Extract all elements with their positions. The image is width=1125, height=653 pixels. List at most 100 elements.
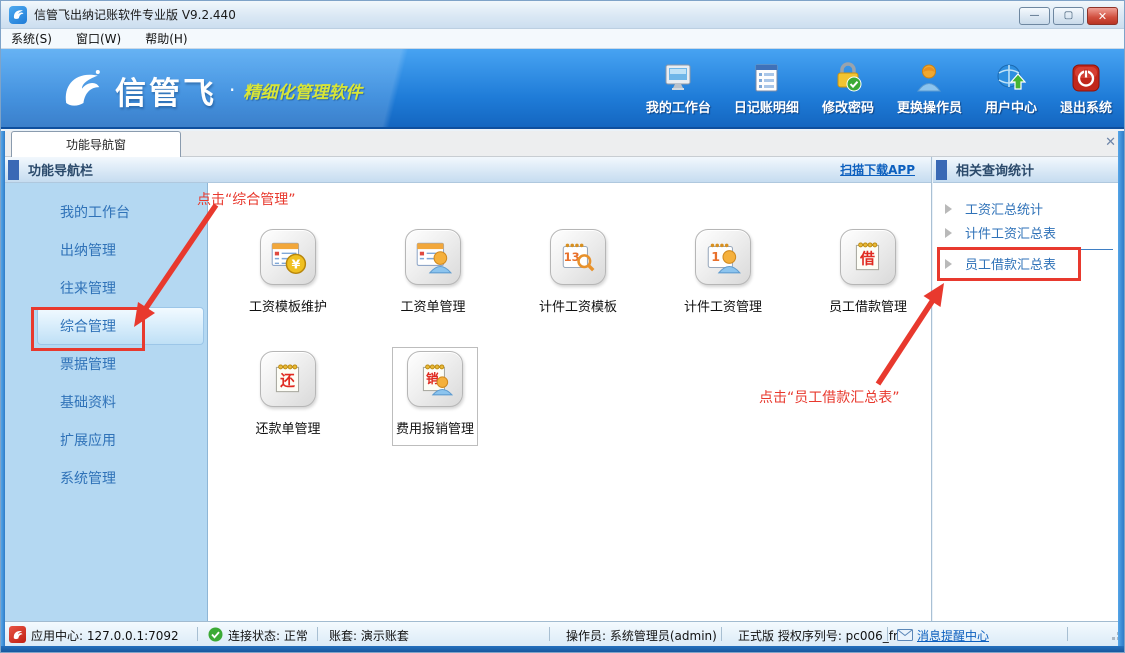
status-app-center: 应用中心: 127.0.0.1:7092 xyxy=(31,627,179,644)
right-panel-header: 相关查询统计 xyxy=(933,157,1119,183)
menu-bar: 系统(S) 窗口(W) 帮助(H) xyxy=(1,29,1125,49)
right-header-title: 相关查询统计 xyxy=(956,160,1034,179)
monitor-icon xyxy=(662,61,694,93)
toolbar-my-workbench[interactable]: 我的工作台 xyxy=(646,61,711,116)
svg-text:还: 还 xyxy=(279,371,295,389)
toolbar-exit-system[interactable]: 退出系统 xyxy=(1060,61,1112,116)
nav-header-accent xyxy=(8,160,19,180)
report-salary-summary[interactable]: 工资汇总统计 xyxy=(933,199,1043,218)
svg-text:借: 借 xyxy=(859,249,875,267)
sidebar-item-my-workbench[interactable]: 我的工作台 xyxy=(5,193,207,231)
toolbar-journal-detail[interactable]: 日记账明细 xyxy=(734,61,799,116)
tab-close-icon[interactable]: ✕ xyxy=(1105,135,1116,150)
app-piecework-template[interactable]: 13 计件工资模板 xyxy=(528,229,628,315)
sidebar-item-basic-data[interactable]: 基础资料 xyxy=(5,383,207,421)
envelope-icon[interactable] xyxy=(897,629,913,641)
app-repayment[interactable]: 还 还款单管理 xyxy=(238,351,338,437)
tab-strip: 功能导航窗 ✕ xyxy=(1,131,1125,157)
sidebar-item-comprehensive[interactable]: 综合管理 xyxy=(37,307,204,345)
menu-help[interactable]: 帮助(H) xyxy=(145,30,187,47)
annotation-click-loan-summary: 点击“员工借款汇总表” xyxy=(759,387,900,407)
app-salary-template[interactable]: ¥ 工资模板维护 xyxy=(238,229,338,315)
repayment-icon: 还 xyxy=(260,351,316,407)
globe-icon xyxy=(995,61,1026,93)
svg-text:1: 1 xyxy=(711,249,720,264)
toolbar-switch-operator[interactable]: 更换操作员 xyxy=(897,61,962,116)
sidebar-nav: 我的工作台 出纳管理 往来管理 综合管理 票据管理 基础资料 扩展应用 系统管理 xyxy=(5,183,208,621)
status-separator xyxy=(1067,627,1068,641)
minimize-button[interactable]: — xyxy=(1019,7,1050,25)
svg-text:销: 销 xyxy=(426,371,439,386)
header-banner: 信管飞 · 精细化管理软件 我的工作台 xyxy=(1,49,1125,129)
app-label: 工资模板维护 xyxy=(238,296,338,315)
app-expense-reimburse[interactable]: 销 费用报销管理 xyxy=(385,351,485,437)
report-piecework-summary[interactable]: 计件工资汇总表 xyxy=(933,223,1056,242)
status-operator: 操作员: 系统管理员(admin) xyxy=(566,627,717,644)
app-window: 信管飞出纳记账软件专业版 V9.2.440 — ▢ ✕ 系统(S) 窗口(W) … xyxy=(0,0,1125,653)
window-edge-bottom xyxy=(1,646,1125,653)
app-label: 费用报销管理 xyxy=(385,418,485,437)
status-separator xyxy=(887,627,888,641)
status-separator xyxy=(721,627,722,641)
expense-reimburse-icon: 销 xyxy=(407,351,463,407)
message-center-link[interactable]: 消息提醒中心 xyxy=(917,627,989,644)
app-logo-icon xyxy=(9,6,27,24)
status-account: 账套: 演示账套 xyxy=(329,627,409,644)
svg-text:¥: ¥ xyxy=(291,257,300,272)
triangle-icon xyxy=(945,259,952,269)
scan-download-app-link[interactable]: 扫描下载APP xyxy=(840,161,915,178)
app-piecework-manage[interactable]: 1 计件工资管理 xyxy=(673,229,773,315)
sidebar-item-cashier[interactable]: 出纳管理 xyxy=(5,231,207,269)
window-edge-left xyxy=(1,131,5,646)
window-edge-right xyxy=(1118,131,1124,646)
panel-divider xyxy=(931,157,932,621)
header-toolbar: 我的工作台 日记账明细 xyxy=(646,61,1112,116)
right-header-accent xyxy=(936,160,947,180)
app-label: 工资单管理 xyxy=(383,296,483,315)
brand-dot: · xyxy=(229,78,235,102)
toolbar-change-password[interactable]: 修改密码 xyxy=(822,61,874,116)
triangle-icon xyxy=(945,228,952,238)
maximize-button[interactable]: ▢ xyxy=(1053,7,1084,25)
close-button[interactable]: ✕ xyxy=(1087,7,1118,25)
sidebar-item-system[interactable]: 系统管理 xyxy=(5,459,207,497)
piecework-manage-icon: 1 xyxy=(695,229,751,285)
status-connection: 连接状态: 正常 xyxy=(228,627,308,644)
journal-list-icon xyxy=(751,61,781,93)
window-title: 信管飞出纳记账软件专业版 V9.2.440 xyxy=(34,6,236,23)
app-salary-sheet[interactable]: 工资单管理 xyxy=(383,229,483,315)
panel-separator-line xyxy=(961,249,1113,250)
report-loan-summary[interactable]: 员工借款汇总表 xyxy=(933,254,1056,273)
sidebar-item-bills[interactable]: 票据管理 xyxy=(5,345,207,383)
sidebar-item-contacts[interactable]: 往来管理 xyxy=(5,269,207,307)
app-label: 计件工资管理 xyxy=(673,296,773,315)
status-separator xyxy=(317,627,318,641)
status-separator xyxy=(549,627,550,641)
toolbar-user-center[interactable]: 用户中心 xyxy=(985,61,1037,116)
menu-window[interactable]: 窗口(W) xyxy=(76,30,121,47)
app-label: 计件工资模板 xyxy=(528,296,628,315)
svg-text:13: 13 xyxy=(564,250,580,264)
brand-logo: 信管飞 · 精细化管理软件 xyxy=(59,67,362,113)
status-bar: 应用中心: 127.0.0.1:7092 连接状态: 正常 账套: 演示账套 操… xyxy=(1,621,1125,646)
status-logo-icon xyxy=(9,626,26,643)
power-icon xyxy=(1071,61,1101,93)
operator-person-icon xyxy=(914,61,944,93)
menu-system[interactable]: 系统(S) xyxy=(11,30,52,47)
title-bar: 信管飞出纳记账软件专业版 V9.2.440 — ▢ ✕ xyxy=(1,1,1125,29)
app-employee-loan[interactable]: 借 员工借款管理 xyxy=(818,229,918,315)
salary-sheet-icon xyxy=(405,229,461,285)
salary-template-icon: ¥ xyxy=(260,229,316,285)
status-separator xyxy=(197,627,198,641)
brand-name: 信管飞 xyxy=(115,68,217,113)
nav-header-title: 功能导航栏 xyxy=(28,160,93,179)
lock-icon xyxy=(832,61,864,93)
sidebar-item-extensions[interactable]: 扩展应用 xyxy=(5,421,207,459)
related-query-panel: 工资汇总统计 计件工资汇总表 员工借款汇总表 xyxy=(933,183,1119,621)
brand-bird-icon xyxy=(59,67,105,113)
tab-function-nav[interactable]: 功能导航窗 xyxy=(11,131,181,157)
nav-panel-header: 功能导航栏 扫描下载APP xyxy=(5,157,931,183)
status-license: 正式版 授权序列号: pc006_fr xyxy=(738,627,898,644)
app-label: 还款单管理 xyxy=(238,418,338,437)
annotation-click-comprehensive: 点击“综合管理” xyxy=(197,189,296,209)
